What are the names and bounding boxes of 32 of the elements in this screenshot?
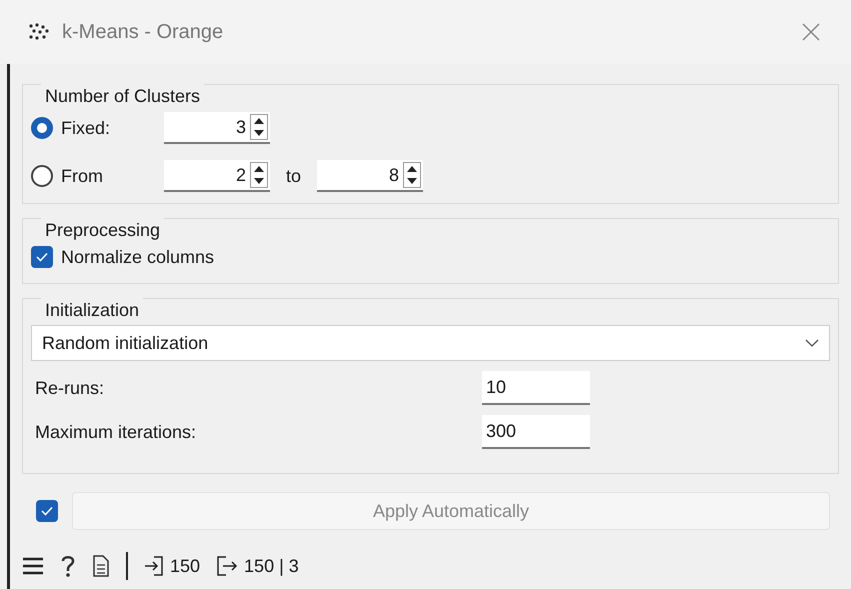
help-icon[interactable] [60,554,76,578]
spin-box[interactable]: 3 [164,112,270,144]
input-count: 150 [170,554,200,578]
spin-box[interactable]: 2 [164,160,270,192]
window-title: k-Means - Orange [62,20,224,45]
range-option[interactable]: From [31,162,164,190]
spin-arrows-icon [250,162,268,188]
app-icon [28,23,50,41]
field-label: Re-runs: [34,376,106,400]
document-icon[interactable] [92,555,110,577]
checkmark-icon [41,506,53,516]
radio-button[interactable] [31,165,53,187]
radio-button[interactable] [31,117,53,139]
fixed-option[interactable]: Fixed: [31,114,164,142]
checkbox[interactable] [36,500,58,522]
output-count: 150 | 3 [244,554,299,578]
output-icon [216,555,238,577]
number-field[interactable]: 10 [482,371,590,405]
close-icon [802,23,820,41]
method-dropdown[interactable]: Random initialization [31,325,830,361]
menu-icon[interactable] [22,557,44,575]
checkbox[interactable] [31,246,53,268]
chevron-down-icon [805,339,819,347]
checkmark-icon [36,252,48,262]
normalize-checkbox[interactable]: Normalize columns [31,244,214,270]
spin-arrows-icon [403,162,422,188]
to-label: to [286,164,302,188]
input-icon [144,555,164,577]
number-field[interactable]: 300 [482,415,590,449]
spin-box[interactable]: 8 [317,160,424,192]
field-label: Maximum iterations: [34,420,198,444]
spin-arrows-icon [250,114,268,140]
